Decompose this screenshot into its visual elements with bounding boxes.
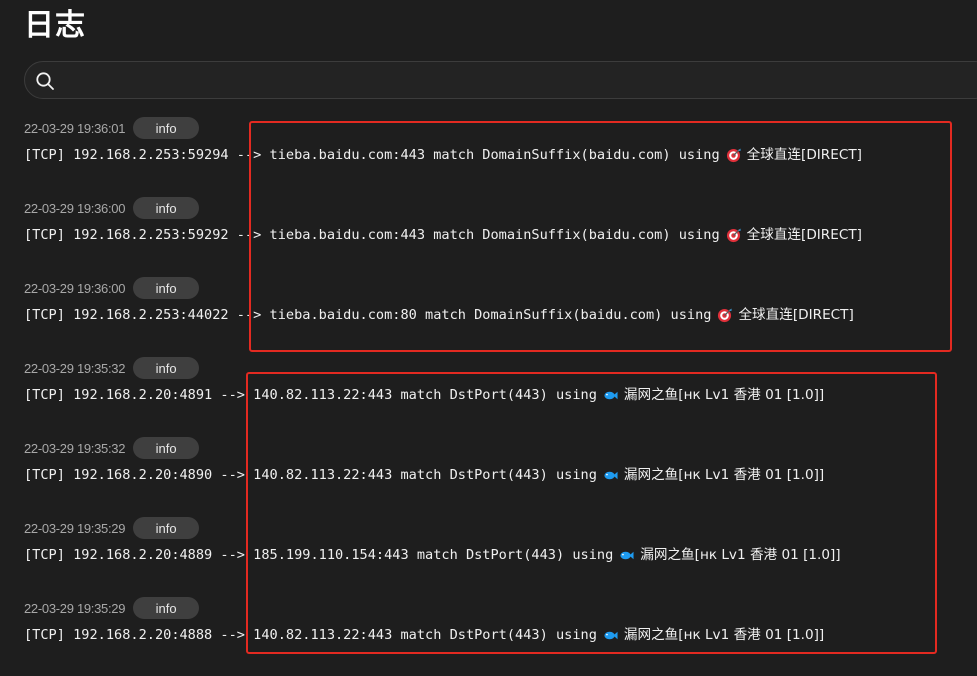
target-icon [726,227,741,242]
log-message-text: [TCP] 192.168.2.20:4888 --> 140.82.113.2… [24,627,597,643]
log-meta: 22-03-29 19:35:32 info [24,356,974,380]
log-meta: 22-03-29 19:36:00 info [24,196,974,220]
log-message-text: [TCP] 192.168.2.20:4890 --> 140.82.113.2… [24,467,597,483]
log-message-text: [TCP] 192.168.2.20:4889 --> 185.199.110.… [24,547,614,563]
fish-icon [604,391,618,399]
log-timestamp: 22-03-29 19:35:29 [24,600,126,616]
proxy-group: 漏网之鱼[нк Lv1 香港 01 [1.0]] [640,547,841,563]
log-message-text: [TCP] 192.168.2.253:59292 --> tieba.baid… [24,227,720,243]
proxy-group: 漏网之鱼[нк Lv1 香港 01 [1.0]] [623,467,825,483]
log-meta: 22-03-29 19:35:32 info [24,436,974,460]
log-entry: 22-03-29 19:36:00 info [TCP] 192.168.2.2… [24,196,974,276]
log-message-text: [TCP] 192.168.2.253:59294 --> tieba.baid… [24,147,720,163]
log-level-badge: info [133,357,200,379]
log-meta: 22-03-29 19:36:01 info [24,116,974,140]
log-message: [TCP] 192.168.2.20:4889 --> 185.199.110.… [24,544,841,566]
log-level-badge: info [133,597,200,619]
log-meta: 22-03-29 19:35:29 info [24,596,974,620]
log-timestamp: 22-03-29 19:35:32 [24,360,126,376]
log-meta: 22-03-29 19:36:00 info [24,276,974,300]
log-timestamp: 22-03-29 19:36:00 [24,280,126,296]
log-level-badge: info [133,117,200,139]
log-meta: 22-03-29 19:35:29 info [24,516,974,540]
log-entry: 22-03-29 19:35:32 info [TCP] 192.168.2.2… [24,436,974,516]
log-entry: 22-03-29 19:36:01 info [TCP] 192.168.2.2… [24,116,974,196]
proxy-group: 全球直连[DIRECT] [738,307,854,323]
proxy-group: 漏网之鱼[нк Lv1 香港 01 [1.0]] [623,627,825,643]
log-timestamp: 22-03-29 19:36:00 [24,200,126,216]
log-level-badge: info [133,277,200,299]
log-timestamp: 22-03-29 19:35:29 [24,520,126,536]
log-level-badge: info [133,197,200,219]
search-box[interactable] [24,61,977,99]
log-entry: 22-03-29 19:35:29 info [TCP] 192.168.2.2… [24,596,974,676]
proxy-group: 全球直连[DIRECT] [746,227,862,243]
log-message: [TCP] 192.168.2.20:4891 --> 140.82.113.2… [24,384,824,406]
fish-icon [604,631,618,639]
log-timestamp: 22-03-29 19:36:01 [24,120,126,136]
fish-icon [620,551,634,559]
log-timestamp: 22-03-29 19:35:32 [24,440,126,456]
log-level-badge: info [133,517,200,539]
page-title: 日志 [24,8,86,43]
target-icon [718,307,732,322]
log-message: [TCP] 192.168.2.253:59294 --> tieba.baid… [24,144,862,166]
proxy-group: 全球直连[DIRECT] [746,147,862,163]
log-message-text: [TCP] 192.168.2.253:44022 --> tieba.baid… [24,307,712,323]
search-icon [36,72,54,90]
log-entry: 22-03-29 19:35:32 info [TCP] 192.168.2.2… [24,356,974,436]
log-message: [TCP] 192.168.2.253:59292 --> tieba.baid… [24,224,862,246]
search-input[interactable] [65,66,969,96]
target-icon [726,147,741,162]
proxy-group: 漏网之鱼[нк Lv1 香港 01 [1.0]] [623,387,825,403]
log-list[interactable]: 22-03-29 19:36:01 info [TCP] 192.168.2.2… [24,116,974,676]
log-entry: 22-03-29 19:35:29 info [TCP] 192.168.2.2… [24,516,974,596]
log-level-badge: info [133,437,200,459]
fish-icon [604,471,618,479]
log-message: [TCP] 192.168.2.20:4890 --> 140.82.113.2… [24,464,824,486]
log-message: [TCP] 192.168.2.253:44022 --> tieba.baid… [24,304,854,326]
log-entry: 22-03-29 19:36:00 info [TCP] 192.168.2.2… [24,276,974,356]
log-message: [TCP] 192.168.2.20:4888 --> 140.82.113.2… [24,624,824,646]
log-message-text: [TCP] 192.168.2.20:4891 --> 140.82.113.2… [24,387,597,403]
